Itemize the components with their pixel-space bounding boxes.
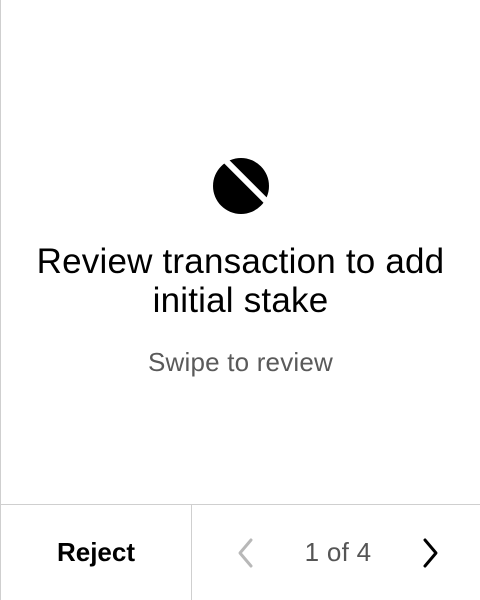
main-content: Review transaction to add initial stake … xyxy=(1,158,480,378)
chevron-right-icon xyxy=(423,538,438,567)
page-indicator: 1 of 4 xyxy=(304,537,372,567)
chevron-left-icon xyxy=(238,538,253,567)
next-page-button[interactable] xyxy=(416,533,444,573)
ontology-logo-icon xyxy=(212,158,269,214)
previous-page-button[interactable] xyxy=(232,533,260,573)
action-footer: Reject 1 of 4 xyxy=(1,504,480,600)
review-screen: Review transaction to add initial stake … xyxy=(0,0,480,600)
page-title: Review transaction to add initial stake xyxy=(36,242,445,320)
reject-button[interactable]: Reject xyxy=(1,505,192,600)
swipe-instruction: Swipe to review xyxy=(147,347,334,377)
page-navigation: 1 of 4 xyxy=(192,505,480,600)
